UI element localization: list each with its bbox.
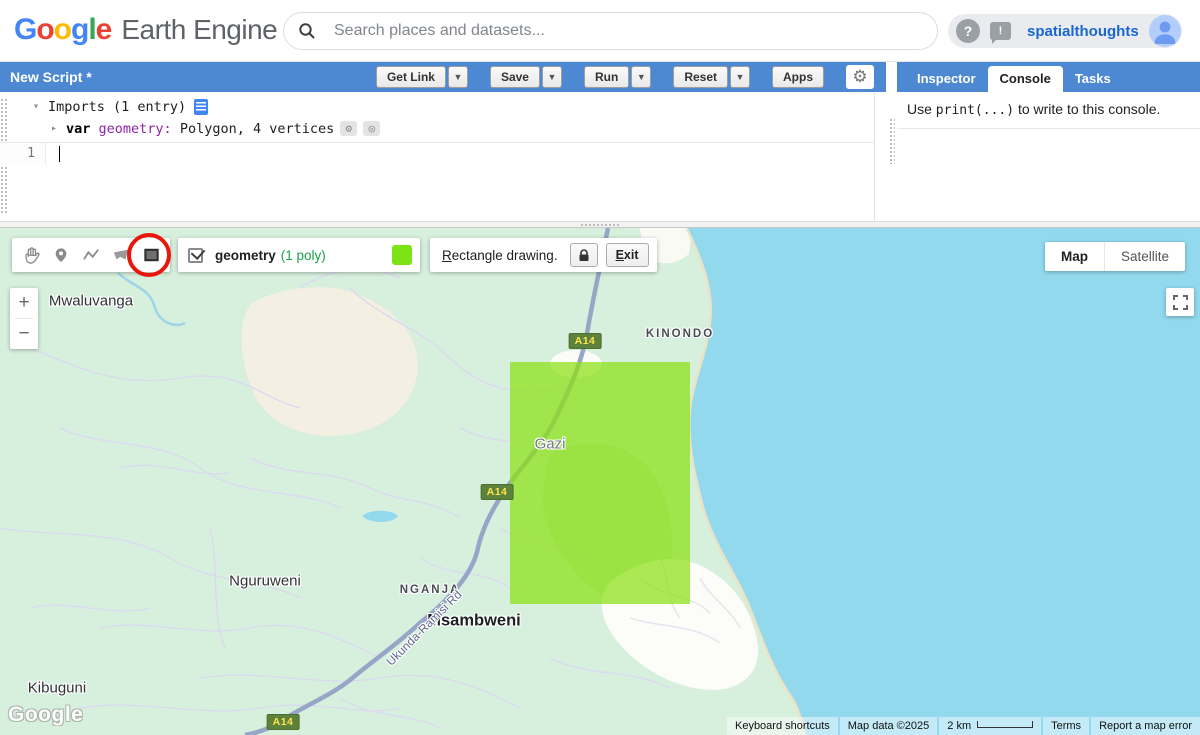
collapse-geometry-icon[interactable]: ▸ xyxy=(48,123,60,134)
google-watermark: Google xyxy=(8,703,83,727)
road-shield-label: A14 xyxy=(267,714,300,730)
drawn-geometry-rectangle[interactable] xyxy=(510,362,690,604)
search-placeholder: Search places and datasets... xyxy=(334,22,545,40)
map-place-label: Nguruweni xyxy=(229,573,301,590)
fullscreen-icon xyxy=(1173,295,1188,310)
console-hint: Use print(...) to write to this console. xyxy=(897,92,1200,118)
reset-button[interactable]: Reset xyxy=(673,66,728,88)
text-cursor xyxy=(59,146,60,162)
product-name: Earth Engine xyxy=(121,14,277,46)
annotation-red-circle xyxy=(127,233,171,277)
geometry-layer-box: geometry (1 poly) xyxy=(178,238,420,272)
layer-color-swatch[interactable] xyxy=(392,245,412,265)
map-attribution: Keyboard shortcutsMap data ©20252 kmTerm… xyxy=(725,717,1200,735)
map-canvas[interactable]: MwaluvangaKINONDOGaziNguruweniNGANJAMsam… xyxy=(0,228,1200,735)
map-place-label: Gazi xyxy=(535,436,566,453)
tab-console[interactable]: Console xyxy=(988,66,1063,92)
layer-name: geometry xyxy=(215,248,276,263)
collapse-imports-icon[interactable]: ▾ xyxy=(30,101,42,112)
lock-icon xyxy=(578,249,590,262)
road-shield-label: A14 xyxy=(569,333,602,349)
apps-button[interactable]: Apps xyxy=(772,66,824,88)
drawing-status-text: Rectangle drawing. xyxy=(442,248,558,263)
get-link-dropdown-arrow[interactable]: ▼ xyxy=(448,66,468,88)
tab-tasks[interactable]: Tasks xyxy=(1063,66,1123,92)
tab-inspector[interactable]: Inspector xyxy=(905,66,988,92)
layer-visibility-checkbox[interactable] xyxy=(188,248,203,263)
terms[interactable]: Terms xyxy=(1043,717,1089,735)
exit-drawing-button[interactable]: Exit xyxy=(606,243,649,267)
top-bar: Google Earth Engine Search places and da… xyxy=(0,0,1200,62)
zoom-in-button[interactable]: + xyxy=(10,288,38,318)
reset-dropdown-arrow[interactable]: ▼ xyxy=(730,66,750,88)
zoom-out-button[interactable]: − xyxy=(10,319,38,349)
geometry-var-desc: Polygon, 4 vertices xyxy=(172,121,335,137)
2-km: 2 km xyxy=(939,717,1041,735)
get-link-button[interactable]: Get Link xyxy=(376,66,446,88)
save-button[interactable]: Save xyxy=(490,66,540,88)
vertical-splitter[interactable] xyxy=(886,62,897,221)
run-dropdown-arrow[interactable]: ▼ xyxy=(631,66,651,88)
user-pill: ? ! spatialthoughts xyxy=(948,14,1182,48)
keyboard-shortcuts[interactable]: Keyboard shortcuts xyxy=(727,717,838,735)
layer-count: (1 poly) xyxy=(281,248,392,263)
var-keyword: var xyxy=(66,121,90,137)
line-number: 1 xyxy=(0,143,46,165)
run-button[interactable]: Run xyxy=(584,66,629,88)
lock-geometry-button[interactable] xyxy=(570,243,598,267)
logo-letter: l xyxy=(88,13,95,46)
person-icon xyxy=(1149,15,1181,47)
settings-gear-button[interactable]: ⚙ xyxy=(846,65,874,89)
code-area[interactable]: ▾ Imports (1 entry) ▸ var geometry: Poly… xyxy=(0,92,886,221)
help-icon[interactable]: ? xyxy=(956,19,980,43)
script-title: New Script * xyxy=(0,69,92,85)
console-panel: InspectorConsoleTasks Use print(...) to … xyxy=(897,62,1200,221)
imports-header: Imports (1 entry) xyxy=(48,99,186,115)
map-place-label: Mwaluvanga xyxy=(49,293,133,310)
username[interactable]: spatialthoughts xyxy=(1027,23,1139,40)
logo-letter: g xyxy=(71,13,88,46)
line-tool-button[interactable] xyxy=(76,241,106,269)
feedback-icon[interactable]: ! xyxy=(990,22,1011,40)
google-logo[interactable]: Google xyxy=(14,13,111,47)
geometry-var-name: geometry: xyxy=(99,121,172,137)
map-place-label: KINONDO xyxy=(646,328,714,340)
pan-hand-tool-button[interactable] xyxy=(16,241,46,269)
drawing-status-box: Rectangle drawing. Exit xyxy=(430,238,657,272)
zoom-control: + − xyxy=(10,288,38,349)
map-type-toggle: MapSatellite xyxy=(1045,242,1185,271)
logo-letter: o xyxy=(36,13,53,46)
map-place-label: Kibuguni xyxy=(28,680,86,697)
map-view-button[interactable]: Map xyxy=(1045,242,1104,271)
search-icon xyxy=(298,22,316,40)
editor-toolbar: New Script * Get Link▼Save▼Run▼Reset▼App… xyxy=(0,62,886,92)
satellite-view-button[interactable]: Satellite xyxy=(1105,242,1185,271)
point-marker-tool-button[interactable] xyxy=(46,241,76,269)
avatar[interactable] xyxy=(1149,15,1181,47)
report-a-map-error[interactable]: Report a map error xyxy=(1091,717,1200,735)
logo-letter: G xyxy=(14,13,36,46)
horizontal-splitter[interactable] xyxy=(0,221,1200,228)
scale-bar xyxy=(977,721,1033,728)
map-data-2025: Map data ©2025 xyxy=(840,717,938,735)
search-input[interactable]: Search places and datasets... xyxy=(283,12,938,50)
geometry-settings-icon[interactable]: ⚙ xyxy=(340,121,357,136)
console-tabs-bar: InspectorConsoleTasks xyxy=(897,62,1200,92)
code-editor-panel: New Script * Get Link▼Save▼Run▼Reset▼App… xyxy=(0,62,886,221)
road-shield-label: A14 xyxy=(481,484,514,500)
import-script-icon[interactable] xyxy=(194,99,208,115)
save-dropdown-arrow[interactable]: ▼ xyxy=(542,66,562,88)
logo-letter: o xyxy=(54,13,71,46)
logo-letter: e xyxy=(96,13,112,46)
fullscreen-button[interactable] xyxy=(1166,288,1194,316)
geometry-locate-icon[interactable]: ◎ xyxy=(363,121,380,136)
